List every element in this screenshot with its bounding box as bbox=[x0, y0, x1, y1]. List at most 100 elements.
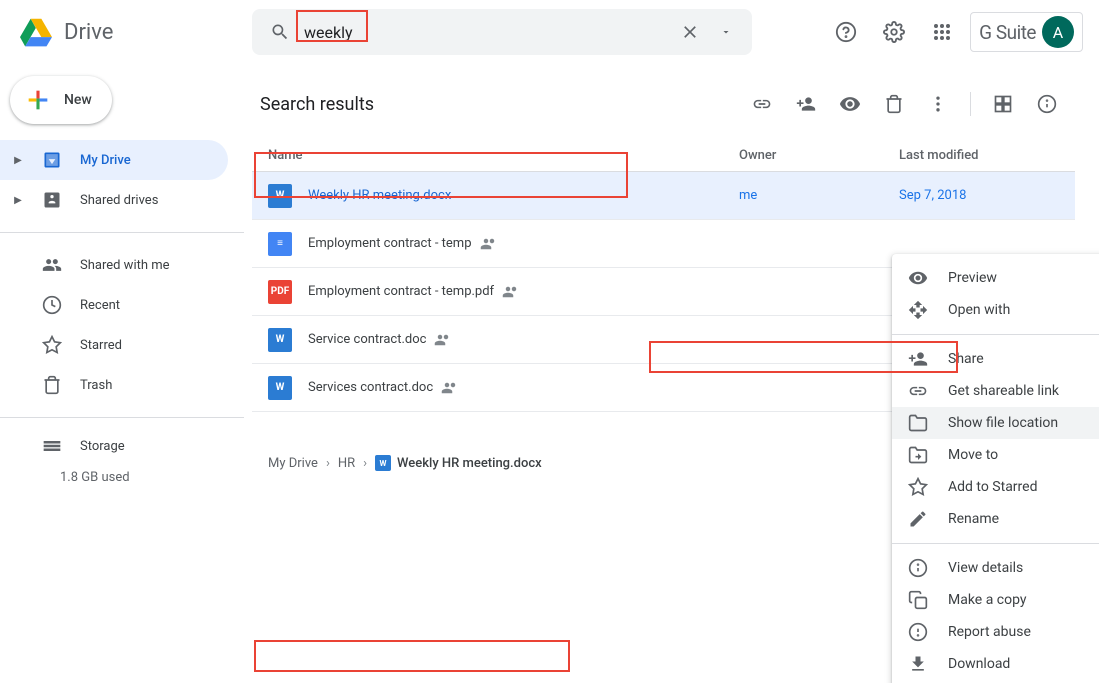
gdoc-file-icon: ≡ bbox=[268, 232, 292, 256]
sidebar-item-recent[interactable]: Recent bbox=[0, 285, 228, 325]
search-box bbox=[252, 9, 752, 55]
search-icon[interactable] bbox=[260, 12, 300, 52]
menu-item-label: Add to Starred bbox=[948, 479, 1037, 495]
breadcrumb: My Drive › HR › W Weekly HR meeting.docx bbox=[252, 443, 558, 483]
info-icon bbox=[908, 558, 928, 578]
sidebar-divider bbox=[0, 232, 244, 233]
menu-item-get-shareable-link[interactable]: Get shareable link bbox=[892, 375, 1099, 407]
breadcrumb-file[interactable]: W Weekly HR meeting.docx bbox=[375, 455, 542, 471]
search-input[interactable] bbox=[300, 23, 672, 42]
column-headers: Name Owner Last modified bbox=[252, 140, 1075, 172]
link-icon bbox=[908, 381, 928, 401]
new-button[interactable]: New bbox=[10, 76, 112, 124]
eye-icon bbox=[908, 268, 928, 288]
more-icon[interactable] bbox=[918, 84, 958, 124]
word-file-icon: W bbox=[375, 455, 391, 471]
grid-view-icon[interactable] bbox=[983, 84, 1023, 124]
expand-icon[interactable]: ▶ bbox=[12, 195, 24, 206]
breadcrumb-part[interactable]: HR bbox=[338, 456, 355, 471]
menu-item-show-file-location[interactable]: Show file location bbox=[892, 407, 1099, 439]
sidebar-item-label: Recent bbox=[80, 298, 120, 313]
avatar[interactable]: A bbox=[1042, 16, 1074, 48]
sidebar-icon bbox=[40, 373, 64, 397]
file-row[interactable]: W Weekly HR meeting.docx me Sep 7, 2018 bbox=[252, 172, 1075, 220]
sidebar-item-label: Shared with me bbox=[80, 258, 170, 273]
main: Search results Name Owner Last modified … bbox=[244, 64, 1099, 497]
support-icon[interactable] bbox=[826, 12, 866, 52]
drive-logo-icon bbox=[16, 12, 56, 52]
menu-item-rename[interactable]: Rename bbox=[892, 503, 1099, 535]
menu-item-move-to[interactable]: Move to bbox=[892, 439, 1099, 471]
chevron-right-icon: › bbox=[326, 456, 330, 471]
menu-item-label: Preview bbox=[948, 270, 997, 286]
menu-item-make-a-copy[interactable]: Make a copy bbox=[892, 584, 1099, 616]
search-wrap bbox=[252, 9, 752, 55]
sidebar-item-shared-drives[interactable]: ▶ Shared drives bbox=[0, 180, 228, 220]
plus-icon bbox=[24, 86, 52, 114]
sidebar-item-label: Trash bbox=[80, 378, 112, 393]
menu-item-download[interactable]: Download bbox=[892, 648, 1099, 680]
menu-item-preview[interactable]: Preview bbox=[892, 262, 1099, 294]
menu-item-add-to-starred[interactable]: Add to Starred bbox=[892, 471, 1099, 503]
share-icon[interactable] bbox=[786, 84, 826, 124]
menu-item-label: Open with bbox=[948, 302, 1010, 318]
sidebar-icon bbox=[40, 333, 64, 357]
search-options-icon[interactable] bbox=[708, 14, 744, 50]
link-icon[interactable] bbox=[742, 84, 782, 124]
toolbar-divider bbox=[970, 92, 971, 116]
new-button-label: New bbox=[64, 92, 92, 108]
sidebar-tree: ▶ My Drive▶ Shared drives bbox=[0, 136, 244, 224]
shared-icon bbox=[434, 331, 452, 349]
sidebar: New ▶ My Drive▶ Shared drives Shared wit… bbox=[0, 64, 244, 497]
breadcrumb-part[interactable]: My Drive bbox=[268, 456, 318, 471]
sidebar-item-starred[interactable]: Starred bbox=[0, 325, 228, 365]
file-owner: me bbox=[739, 188, 899, 203]
menu-divider bbox=[892, 543, 1099, 544]
sidebar-item-my-drive[interactable]: ▶ My Drive bbox=[0, 140, 228, 180]
trash-icon[interactable] bbox=[874, 84, 914, 124]
annotation-highlight bbox=[254, 640, 570, 672]
sidebar-item-storage[interactable]: Storage bbox=[0, 426, 228, 466]
chevron-right-icon: › bbox=[363, 456, 367, 471]
menu-item-label: Get shareable link bbox=[948, 383, 1059, 399]
docx-file-icon: W bbox=[268, 184, 292, 208]
shared-icon bbox=[502, 283, 520, 301]
download-icon bbox=[908, 654, 928, 674]
menu-item-label: Make a copy bbox=[948, 592, 1027, 608]
sidebar-item-label: My Drive bbox=[80, 153, 131, 168]
storage-icon bbox=[40, 434, 64, 458]
sidebar-icon bbox=[40, 293, 64, 317]
menu-divider bbox=[892, 334, 1099, 335]
details-icon[interactable] bbox=[1027, 84, 1067, 124]
storage-label: Storage bbox=[80, 439, 125, 454]
preview-icon[interactable] bbox=[830, 84, 870, 124]
file-name: Service contract.doc bbox=[308, 331, 739, 349]
col-modified[interactable]: Last modified bbox=[899, 148, 1059, 163]
gsuite-badge[interactable]: G Suite A bbox=[970, 12, 1083, 52]
logo-area: Drive bbox=[16, 12, 244, 52]
menu-item-open-with[interactable]: Open with › bbox=[892, 294, 1099, 326]
expand-icon[interactable]: ▶ bbox=[12, 155, 24, 166]
col-owner[interactable]: Owner bbox=[739, 148, 899, 163]
menu-item-label: Move to bbox=[948, 447, 998, 463]
settings-icon[interactable] bbox=[874, 12, 914, 52]
apps-icon[interactable] bbox=[922, 12, 962, 52]
menu-item-report-abuse[interactable]: Report abuse bbox=[892, 616, 1099, 648]
sidebar-item-trash[interactable]: Trash bbox=[0, 365, 228, 405]
col-name[interactable]: Name bbox=[268, 148, 739, 163]
context-menu: Preview Open with › Share Get shareable … bbox=[892, 254, 1099, 683]
search-clear-icon[interactable] bbox=[672, 14, 708, 50]
menu-item-share[interactable]: Share bbox=[892, 343, 1099, 375]
sidebar-item-shared-with-me[interactable]: Shared with me bbox=[0, 245, 228, 285]
pdf-file-icon: PDF bbox=[268, 280, 292, 304]
file-modified: Sep 7, 2018 bbox=[899, 188, 1059, 203]
menu-item-label: Download bbox=[948, 656, 1010, 672]
personadd-icon bbox=[908, 349, 928, 369]
file-name: Employment contract - temp.pdf bbox=[308, 283, 739, 301]
sidebar-icon bbox=[40, 253, 64, 277]
menu-item-view-details[interactable]: View details bbox=[892, 552, 1099, 584]
results-title: Search results bbox=[260, 94, 374, 115]
folder-icon bbox=[908, 413, 928, 433]
sidebar-links: Shared with me Recent Starred Trash bbox=[0, 241, 244, 409]
file-name: Weekly HR meeting.docx bbox=[308, 188, 739, 203]
